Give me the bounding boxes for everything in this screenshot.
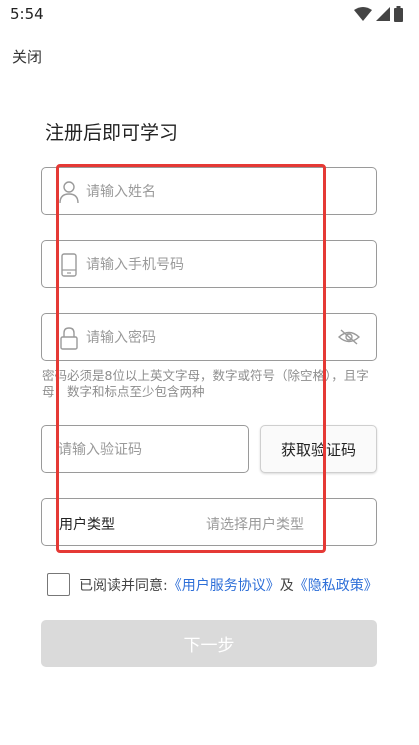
phone-input[interactable] [86,250,346,280]
page-title: 注册后即可学习 [45,122,179,144]
wifi-icon [354,7,372,21]
status-bar: 5:54 [0,0,419,32]
agreement-row: 已阅读并同意: 《用户服务协议》 及 《隐私政策》 [47,573,378,596]
verification-code-field[interactable] [41,425,249,473]
service-agreement-link[interactable]: 《用户服务协议》 [168,575,280,595]
battery-icon [394,6,403,22]
phone-icon [58,253,80,277]
close-button[interactable]: 关闭 [12,46,42,67]
signal-icon [376,7,390,21]
eye-hidden-icon[interactable] [337,328,361,350]
get-code-button[interactable]: 获取验证码 [260,425,377,473]
password-input[interactable] [86,323,346,353]
phone-field[interactable] [41,240,377,288]
user-type-label: 用户类型 [59,517,115,533]
next-button[interactable]: 下一步 [41,620,377,667]
agree-checkbox[interactable] [47,573,70,596]
user-icon [58,180,80,204]
name-field[interactable] [41,167,377,215]
status-time: 5:54 [10,5,44,23]
lock-icon [58,326,80,350]
privacy-policy-link[interactable]: 《隐私政策》 [294,575,378,595]
user-type-select[interactable]: 用户类型 请选择用户类型 [41,498,377,546]
password-field[interactable] [41,313,377,361]
status-icons [354,6,403,22]
password-hint: 密码必须是8位以上英文字母，数字或符号（除空格），且字母，数字和标点至少包含两种 [42,368,369,399]
verification-code-input[interactable] [58,435,238,465]
agreement-conjunction: 及 [279,577,294,594]
agreement-prefix: 已阅读并同意: [79,577,168,594]
user-type-placeholder: 请选择用户类型 [206,517,304,533]
name-input[interactable] [86,177,346,207]
